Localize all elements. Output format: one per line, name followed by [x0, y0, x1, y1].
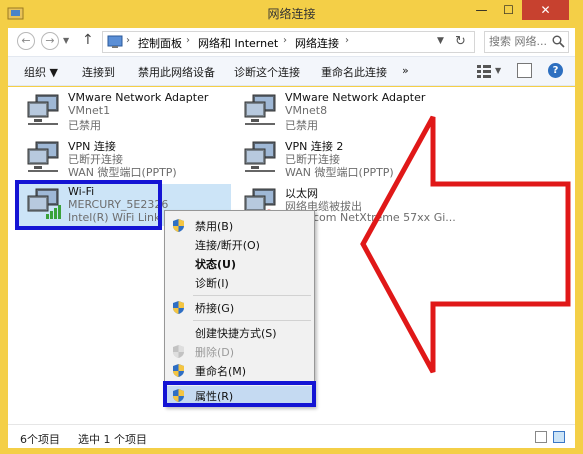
rename-connection-button[interactable]: 重命名此连接 — [321, 64, 387, 80]
connection-device: 已禁用 — [68, 119, 101, 132]
title-bar[interactable]: 网络连接 — ☐ ✕ — [0, 0, 583, 28]
up-button[interactable]: ↑ — [82, 32, 94, 48]
refresh-icon[interactable]: ↻ — [455, 34, 466, 49]
large-icons-view-icon[interactable] — [553, 431, 565, 443]
menu-item-label: 诊断(I) — [195, 277, 229, 290]
help-icon[interactable]: ? — [548, 63, 563, 78]
organize-menu[interactable]: 组织 ▼ — [24, 64, 58, 80]
details-view-icon[interactable] — [535, 431, 547, 443]
menu-item-connect-disconnect[interactable]: 连接/断开(O) — [165, 235, 314, 254]
close-button[interactable]: ✕ — [522, 0, 569, 20]
connection-device: WAN 微型端口(PPTP) — [68, 166, 177, 179]
chevron-right-icon: › — [126, 35, 130, 46]
minimize-button[interactable]: — — [468, 0, 495, 20]
pointing-arrow-icon — [360, 115, 571, 374]
connection-name: VMware Network Adapter — [285, 91, 426, 104]
shield-icon — [173, 219, 184, 232]
menu-item-label: 创建快捷方式(S) — [195, 327, 277, 340]
shield-icon — [173, 301, 184, 314]
menu-item-create-shortcut[interactable]: 创建快捷方式(S) — [165, 323, 314, 342]
search-box[interactable] — [484, 31, 569, 53]
connection-item-vmnet1[interactable]: VMware Network Adapter VMnet1 已禁用 — [16, 90, 231, 132]
recent-locations-dropdown[interactable]: ▼ — [63, 36, 69, 45]
search-input[interactable] — [489, 35, 549, 48]
menu-item-status[interactable]: 状态(U) — [165, 254, 314, 273]
network-adapter-icon — [244, 94, 276, 125]
breadcrumb-network-internet[interactable]: 网络和 Internet — [198, 35, 278, 51]
properties-highlight-box — [163, 381, 316, 407]
view-options-icon[interactable] — [476, 63, 492, 79]
control-panel-icon — [107, 35, 123, 48]
network-adapter-icon — [244, 141, 276, 172]
wifi-highlight-box — [15, 180, 162, 230]
address-bar[interactable]: › 控制面板 › 网络和 Internet › 网络连接 › ▼ ↻ — [102, 31, 475, 53]
more-commands-button[interactable]: » — [402, 64, 409, 77]
shield-icon — [173, 345, 184, 358]
back-button[interactable]: ← — [17, 32, 35, 50]
menu-item-bridge[interactable]: 桥接(G) — [165, 298, 314, 317]
connection-status: VMnet8 — [285, 104, 328, 117]
connection-status: VMnet1 — [68, 104, 111, 117]
breadcrumb-control-panel[interactable]: 控制面板 — [138, 35, 182, 51]
menu-item-label: 禁用(B) — [195, 220, 234, 233]
disable-device-button[interactable]: 禁用此网络设备 — [138, 64, 215, 80]
menu-item-label: 桥接(G) — [195, 302, 235, 315]
maximize-button[interactable]: ☐ — [495, 0, 522, 20]
menu-item-diagnose[interactable]: 诊断(I) — [165, 273, 314, 292]
chevron-right-icon: › — [186, 35, 190, 46]
menu-item-label: 重命名(M) — [195, 365, 247, 378]
connect-to-button[interactable]: 连接到 — [82, 64, 115, 80]
command-bar: 组织 ▼ 连接到 禁用此网络设备 诊断这个连接 重命名此连接 » ▼ ? — [8, 56, 575, 86]
navigation-bar: ← → ▼ ↑ › 控制面板 › 网络和 Internet › 网络连接 › ▼… — [8, 28, 575, 56]
shield-icon — [173, 364, 184, 377]
item-count: 6个项目 — [20, 433, 60, 446]
preview-pane-icon[interactable] — [517, 63, 532, 78]
menu-separator — [193, 295, 311, 296]
forward-button[interactable]: → — [41, 32, 59, 50]
menu-item-label: 删除(D) — [195, 346, 235, 359]
search-icon[interactable] — [552, 35, 565, 48]
menu-item-delete: 删除(D) — [165, 342, 314, 361]
network-adapter-icon — [27, 141, 59, 172]
status-bar: 6个项目 选中 1 个项目 — [8, 424, 575, 448]
selection-count: 选中 1 个项目 — [78, 433, 147, 446]
address-dropdown-icon[interactable]: ▼ — [437, 36, 444, 46]
context-menu: 禁用(B) 连接/断开(O) 状态(U) 诊断(I) 桥接(G) 创建快捷方式(… — [164, 210, 315, 407]
menu-item-disable[interactable]: 禁用(B) — [165, 216, 314, 235]
view-dropdown-icon[interactable]: ▼ — [495, 66, 501, 75]
connection-item-vpn[interactable]: VPN 连接 已断开连接 WAN 微型端口(PPTP) — [16, 137, 231, 179]
chevron-right-icon: › — [345, 35, 349, 46]
menu-separator — [193, 320, 311, 321]
chevron-right-icon: › — [283, 35, 287, 46]
connection-name: VMware Network Adapter — [68, 91, 209, 104]
menu-item-rename[interactable]: 重命名(M) — [165, 361, 314, 380]
diagnose-connection-button[interactable]: 诊断这个连接 — [234, 64, 300, 80]
window: 网络连接 — ☐ ✕ ← → ▼ ↑ › 控制面板 › 网络和 Internet… — [0, 0, 583, 454]
menu-item-label: 状态(U) — [195, 258, 236, 271]
breadcrumb-network-connections[interactable]: 网络连接 — [295, 35, 339, 51]
network-adapter-icon — [27, 94, 59, 125]
menu-item-label: 连接/断开(O) — [195, 239, 260, 252]
connection-device: 已禁用 — [285, 119, 318, 132]
